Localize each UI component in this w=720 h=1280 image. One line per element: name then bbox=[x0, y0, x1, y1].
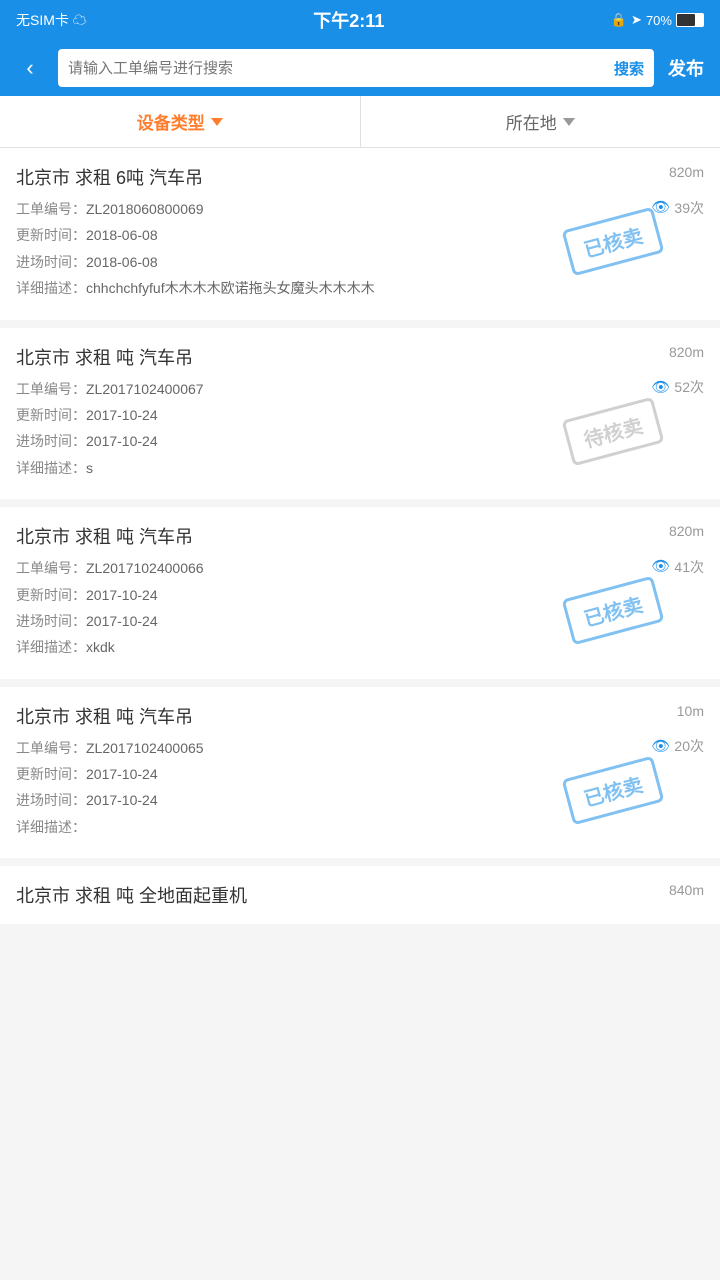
list-item[interactable]: 北京市 求租 吨 汽车吊 820m 工单编号：ZL2017102400066 👁… bbox=[0, 507, 720, 679]
list-item[interactable]: 北京市 求租 6吨 汽车吊 820m 工单编号：ZL2018060800069 … bbox=[0, 148, 720, 320]
desc-label: 详细描述： bbox=[16, 280, 86, 296]
order-number: ZL2017102400065 bbox=[86, 740, 204, 756]
search-button[interactable]: 搜索 bbox=[614, 58, 644, 79]
update-label: 更新时间： bbox=[16, 227, 86, 243]
search-input[interactable] bbox=[68, 60, 606, 77]
item-order-row: 工单编号：ZL2017102400065 👁 20次 bbox=[16, 737, 704, 759]
search-bar: 搜索 bbox=[58, 49, 654, 87]
location-icon: ➤ bbox=[631, 12, 642, 28]
status-right: 🔒 ➤ 70% bbox=[611, 12, 704, 28]
item-order-row: 工单编号：ZL2017102400067 👁 52次 bbox=[16, 378, 704, 400]
battery-icon bbox=[676, 13, 704, 27]
eye-icon: 👁 bbox=[651, 555, 670, 579]
enter-time: 2017-10-24 bbox=[86, 792, 158, 808]
eye-icon: 👁 bbox=[651, 376, 670, 400]
item-views: 👁 39次 bbox=[651, 196, 704, 220]
order-number: ZL2017102400067 bbox=[86, 381, 204, 397]
views-count: 20次 bbox=[674, 735, 704, 757]
list-item-last[interactable]: 北京市 求租 吨 全地面起重机 840m bbox=[0, 866, 720, 924]
lock-icon: 🔒 bbox=[611, 12, 627, 28]
enter-time: 2017-10-24 bbox=[86, 613, 158, 629]
last-item-title: 北京市 求租 吨 全地面起重机 bbox=[16, 886, 247, 906]
item-views: 👁 20次 bbox=[651, 735, 704, 759]
item-title: 北京市 求租 吨 汽车吊 bbox=[16, 703, 704, 729]
order-number: ZL2017102400066 bbox=[86, 560, 204, 576]
item-desc-row: 详细描述： bbox=[16, 816, 704, 838]
update-time: 2017-10-24 bbox=[86, 407, 158, 423]
enter-time: 2017-10-24 bbox=[86, 433, 158, 449]
item-distance: 820m bbox=[669, 164, 704, 180]
update-time: 2017-10-24 bbox=[86, 587, 158, 603]
item-desc-row: 详细描述：chhchchfyfuf木木木木欧诺拖头女魔头木木木木 bbox=[16, 277, 704, 299]
desc-label: 详细描述： bbox=[16, 639, 86, 655]
location-chevron-down-icon bbox=[563, 118, 575, 126]
item-order-row: 工单编号：ZL2018060800069 👁 39次 bbox=[16, 198, 704, 220]
views-count: 52次 bbox=[674, 376, 704, 398]
filter-bar: 设备类型 所在地 bbox=[0, 96, 720, 148]
views-count: 41次 bbox=[674, 556, 704, 578]
order-label: 工单编号： bbox=[16, 740, 86, 756]
back-button[interactable]: ‹ bbox=[12, 50, 48, 86]
item-desc-row: 详细描述：s bbox=[16, 457, 704, 479]
item-distance: 10m bbox=[677, 703, 704, 719]
item-desc-row: 详细描述：xkdk bbox=[16, 636, 704, 658]
order-label: 工单编号： bbox=[16, 201, 86, 217]
desc-label: 详细描述： bbox=[16, 819, 86, 835]
battery-level: 70% bbox=[646, 13, 672, 28]
desc-text: s bbox=[86, 460, 93, 476]
list-item[interactable]: 北京市 求租 吨 汽车吊 820m 工单编号：ZL2017102400067 👁… bbox=[0, 328, 720, 500]
location-label: 所在地 bbox=[506, 109, 557, 134]
eye-icon: 👁 bbox=[651, 735, 670, 759]
desc-label: 详细描述： bbox=[16, 460, 86, 476]
device-type-label: 设备类型 bbox=[137, 109, 205, 134]
list-container: 北京市 求租 6吨 汽车吊 820m 工单编号：ZL2018060800069 … bbox=[0, 148, 720, 924]
nav-bar: ‹ 搜索 发布 bbox=[0, 40, 720, 96]
desc-text: chhchchfyfuf木木木木欧诺拖头女魔头木木木木 bbox=[86, 280, 375, 296]
enter-label: 进场时间： bbox=[16, 792, 86, 808]
enter-label: 进场时间： bbox=[16, 254, 86, 270]
update-label: 更新时间： bbox=[16, 407, 86, 423]
update-label: 更新时间： bbox=[16, 766, 86, 782]
item-views: 👁 52次 bbox=[651, 376, 704, 400]
item-distance: 820m bbox=[669, 344, 704, 360]
sim-status: 无SIM卡 ☁ bbox=[16, 10, 87, 30]
location-filter[interactable]: 所在地 bbox=[361, 96, 720, 147]
status-bar: 无SIM卡 ☁ 下午2:11 🔒 ➤ 70% bbox=[0, 0, 720, 40]
enter-label: 进场时间： bbox=[16, 433, 86, 449]
device-type-filter[interactable]: 设备类型 bbox=[0, 96, 361, 147]
enter-time: 2018-06-08 bbox=[86, 254, 158, 270]
item-distance: 820m bbox=[669, 523, 704, 539]
publish-button[interactable]: 发布 bbox=[664, 55, 708, 81]
item-title: 北京市 求租 6吨 汽车吊 bbox=[16, 164, 704, 190]
order-label: 工单编号： bbox=[16, 381, 86, 397]
status-left: 无SIM卡 ☁ bbox=[16, 10, 87, 30]
update-time: 2017-10-24 bbox=[86, 766, 158, 782]
order-number: ZL2018060800069 bbox=[86, 201, 204, 217]
views-count: 39次 bbox=[674, 197, 704, 219]
item-title: 北京市 求租 吨 汽车吊 bbox=[16, 344, 704, 370]
update-label: 更新时间： bbox=[16, 587, 86, 603]
list-item[interactable]: 北京市 求租 吨 汽车吊 10m 工单编号：ZL2017102400065 👁 … bbox=[0, 687, 720, 859]
status-time: 下午2:11 bbox=[313, 7, 384, 33]
item-views: 👁 41次 bbox=[651, 555, 704, 579]
item-order-row: 工单编号：ZL2017102400066 👁 41次 bbox=[16, 557, 704, 579]
desc-text: xkdk bbox=[86, 639, 115, 655]
order-label: 工单编号： bbox=[16, 560, 86, 576]
item-title: 北京市 求租 吨 汽车吊 bbox=[16, 523, 704, 549]
enter-label: 进场时间： bbox=[16, 613, 86, 629]
update-time: 2018-06-08 bbox=[86, 227, 158, 243]
device-type-chevron-down-icon bbox=[211, 118, 223, 126]
last-item-distance: 840m bbox=[669, 882, 704, 898]
